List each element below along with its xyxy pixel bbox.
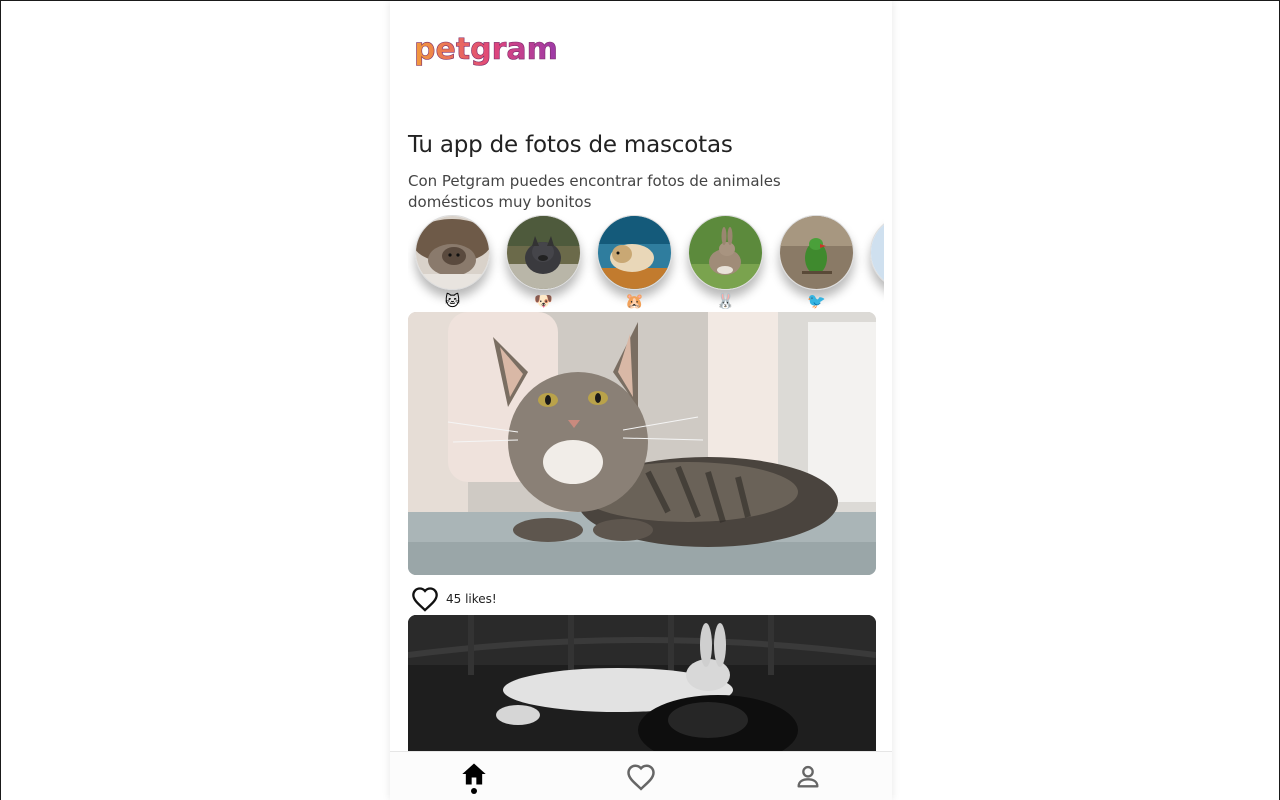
active-indicator xyxy=(470,787,477,794)
category-emoji: 🐶 xyxy=(534,292,553,310)
category-list: 🐱 🐶 🐹 🐰 🐦 xyxy=(408,215,884,313)
category-image-birds xyxy=(779,215,854,290)
category-emoji: 🐱 xyxy=(444,292,461,310)
app-container: petgram petgram Tu app de fotos de masco… xyxy=(390,1,892,800)
page-title: Tu app de fotos de mascotas xyxy=(408,132,733,158)
category-item-birds[interactable]: 🐦 xyxy=(779,215,854,313)
user-icon xyxy=(797,765,819,788)
likes-count: 45 likes! xyxy=(446,592,497,606)
svg-text:petgram: petgram xyxy=(414,32,558,67)
cat-photo xyxy=(408,312,876,575)
category-item-cats[interactable]: 🐱 xyxy=(415,215,490,313)
category-item-rabbits[interactable]: 🐰 xyxy=(688,215,763,313)
like-button[interactable] xyxy=(410,585,440,613)
category-item-dogs[interactable]: 🐶 xyxy=(506,215,581,313)
rabbit-dog-photo xyxy=(408,615,876,755)
heart-icon xyxy=(627,764,655,791)
nav-user[interactable] xyxy=(778,752,838,800)
category-image-more xyxy=(870,215,884,290)
petgram-logo[interactable]: petgram petgram xyxy=(410,27,580,77)
like-row: 45 likes! xyxy=(410,585,497,613)
page-subtitle: Con Petgram puedes encontrar fotos de an… xyxy=(408,172,781,211)
category-item-hamsters[interactable]: 🐹 xyxy=(597,215,672,313)
category-emoji: 🐰 xyxy=(716,292,735,310)
category-image-cats xyxy=(415,215,490,290)
category-item-more[interactable] xyxy=(870,215,884,313)
category-emoji: 🐹 xyxy=(625,292,644,310)
nav-home[interactable] xyxy=(444,752,504,800)
photo-card-rabbit-dog[interactable] xyxy=(408,615,876,755)
category-image-hamsters xyxy=(597,215,672,290)
heart-icon xyxy=(412,587,438,612)
home-icon xyxy=(461,763,486,784)
bottom-navbar xyxy=(390,751,892,800)
category-image-rabbits xyxy=(688,215,763,290)
photo-card-cat[interactable] xyxy=(408,312,876,575)
category-image-dogs xyxy=(506,215,581,290)
category-emoji: 🐦 xyxy=(807,292,826,310)
nav-favorites[interactable] xyxy=(611,752,671,800)
